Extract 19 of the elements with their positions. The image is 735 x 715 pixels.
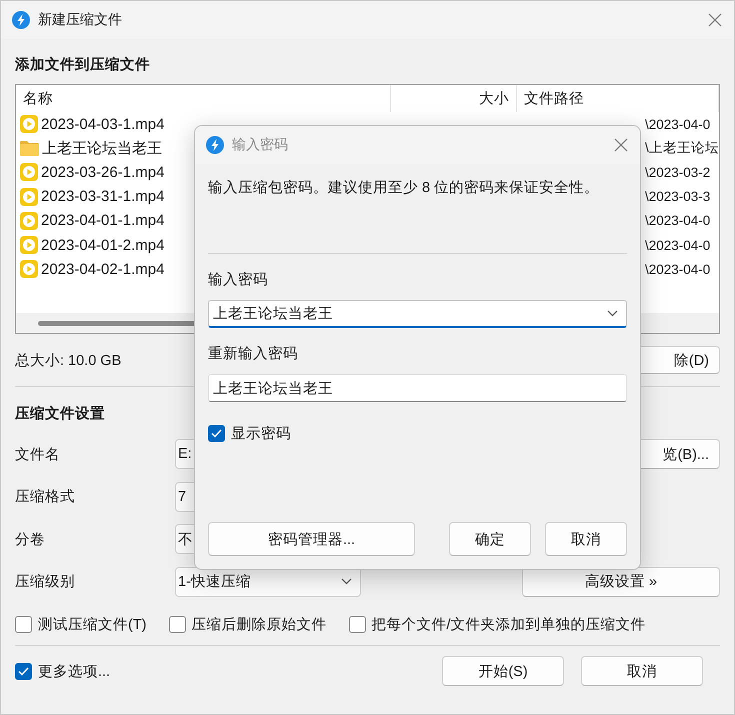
dialog-description: 输入压缩包密码。建议使用至少 8 位的密码来保证安全性。 [208,178,600,198]
window-title: 新建压缩文件 [38,11,123,29]
field-label: 重新输入密码 [208,346,298,362]
file-path-cell: \2023-04-0 [645,213,710,228]
file-path-cell: \上老王论坛 [645,139,719,158]
file-path-cell: \2023-03-2 [645,164,710,180]
field-label: 压缩格式 [15,488,76,506]
file-path-cell: \2023-04-0 [645,238,710,253]
dialog-title: 输入密码 [232,136,289,154]
field-label: 压缩级别 [15,573,76,592]
field-label: 输入密码 [208,272,268,288]
section-heading: 添加文件到压缩文件 [15,56,150,75]
section-heading: 压缩文件设置 [15,404,105,424]
file-path-cell: \2023-04-0 [645,262,710,277]
field-label: 分卷 [15,530,46,549]
file-path-cell: \2023-03-3 [645,189,710,204]
total-size-text: 总大小: 10.0 GB [15,352,122,370]
file-path-cell: \2023-04-0 [645,116,710,132]
field-label: 文件名 [15,446,61,464]
